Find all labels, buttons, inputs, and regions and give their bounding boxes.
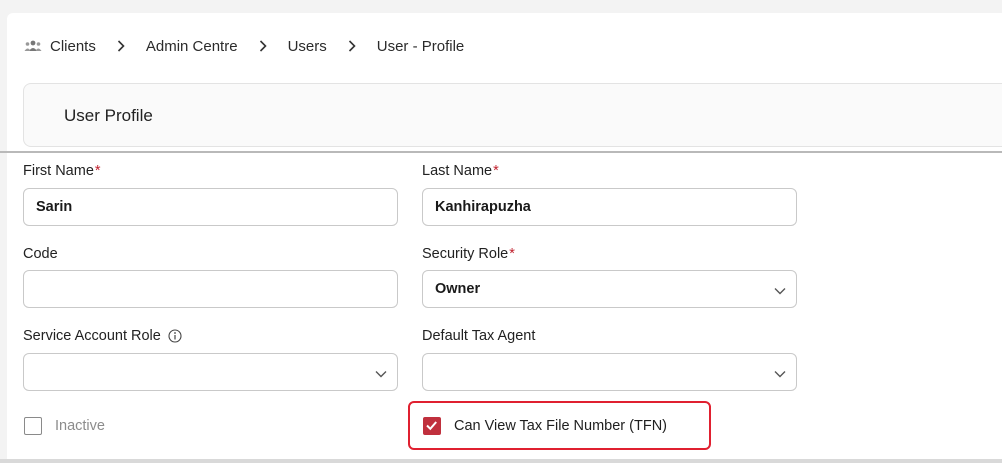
breadcrumb: Clients Admin Centre Users User - Profil… (24, 36, 464, 56)
required-marker: * (94, 163, 101, 179)
default-tax-agent-label: Default Tax Agent (422, 328, 536, 344)
security-role-value: Owner (435, 281, 481, 297)
can-view-tfn-checkbox[interactable] (423, 417, 441, 435)
required-marker: * (493, 163, 499, 179)
bottom-edge (0, 459, 1002, 463)
checkmark-icon (426, 421, 437, 431)
can-view-tfn-label: Can View Tax File Number (TFN) (454, 418, 667, 434)
breadcrumb-user-profile: User - Profile (376, 37, 465, 55)
main-card (7, 13, 1002, 459)
last-name-value: Kanhirapuzha (435, 199, 531, 215)
chevron-right-icon (259, 40, 267, 52)
page-title: User Profile (64, 106, 153, 125)
security-role-label: Security Role * (422, 246, 515, 262)
clients-group-icon (24, 39, 42, 53)
service-account-role-label: Service Account Role (23, 328, 182, 344)
service-account-role-select[interactable] (23, 353, 398, 391)
chevron-right-icon (117, 40, 125, 52)
inactive-checkbox[interactable] (24, 417, 42, 435)
required-marker: * (509, 246, 515, 262)
section-divider (0, 151, 1002, 153)
code-label: Code (23, 246, 58, 262)
chevron-right-icon (348, 40, 356, 52)
security-role-select[interactable]: Owner (422, 270, 797, 308)
first-name-value: Sarin (36, 199, 73, 215)
chevron-down-icon (774, 367, 786, 378)
first-name-label: First Name * (23, 163, 101, 179)
chevron-down-icon (375, 367, 387, 378)
last-name-field[interactable]: Kanhirapuzha (422, 188, 797, 226)
breadcrumb-clients[interactable]: Clients (50, 38, 96, 55)
page-header: User Profile (23, 83, 1002, 147)
breadcrumb-users[interactable]: Users (288, 38, 327, 55)
inactive-label: Inactive (55, 418, 105, 434)
code-field[interactable] (23, 270, 398, 308)
first-name-field[interactable]: Sarin (23, 188, 398, 226)
default-tax-agent-select[interactable] (422, 353, 797, 391)
chevron-down-icon (774, 284, 786, 295)
last-name-label: Last Name * (422, 163, 499, 179)
info-icon[interactable] (168, 329, 182, 343)
breadcrumb-admin-centre[interactable]: Admin Centre (146, 38, 238, 55)
